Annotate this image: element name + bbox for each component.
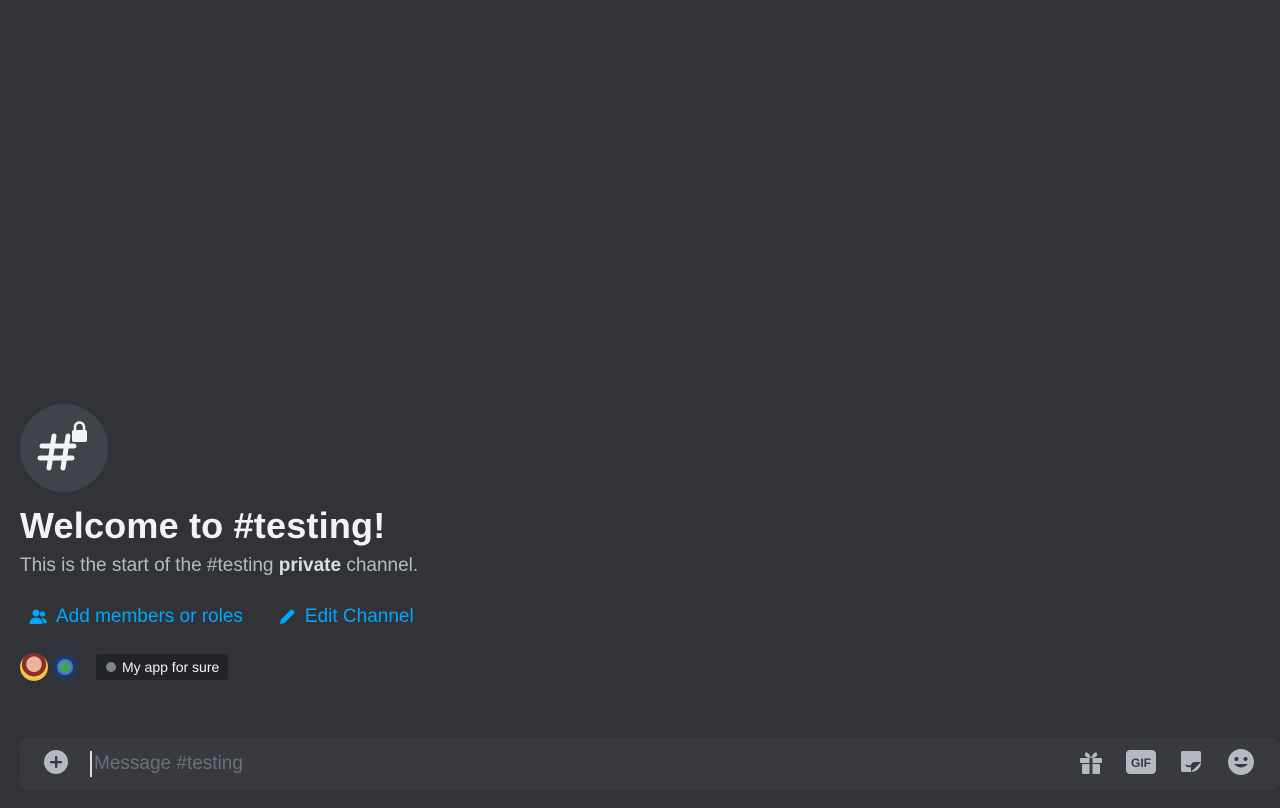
- status-dot-icon: [106, 662, 116, 672]
- message-composer: GIF: [20, 738, 1280, 790]
- welcome-description-prefix: This is the start of the #testing: [20, 555, 279, 576]
- emoji-icon: [1227, 748, 1255, 781]
- edit-channel-label: Edit Channel: [304, 606, 414, 627]
- welcome-title: Welcome to #testing!: [20, 505, 386, 546]
- sticker-icon: [1177, 748, 1205, 781]
- app-avatar[interactable]: [52, 654, 78, 680]
- private-channel-hash-lock-icon: [20, 404, 108, 492]
- channel-welcome: Welcome to #testing! This is the start o…: [20, 404, 920, 682]
- gift-icon: [1077, 748, 1105, 781]
- add-members-button[interactable]: Add members or roles: [20, 606, 243, 628]
- welcome-description: This is the start of the #testing privat…: [20, 554, 920, 578]
- user-add-icon: [28, 607, 48, 627]
- welcome-description-suffix: channel.: [341, 555, 419, 576]
- add-members-label: Add members or roles: [56, 606, 243, 627]
- welcome-actions: Add members or roles Edit Channel: [20, 606, 920, 628]
- channel-members-row: My app for sure: [20, 652, 920, 682]
- gif-icon: GIF: [1125, 749, 1157, 780]
- chat-view: Welcome to #testing! This is the start o…: [0, 0, 1280, 808]
- emoji-button[interactable]: [1226, 748, 1256, 781]
- pencil-icon: [277, 607, 297, 627]
- gift-button[interactable]: [1076, 749, 1106, 779]
- composer-tools: GIF: [1076, 748, 1256, 781]
- message-input-wrap: [90, 738, 1076, 790]
- gif-icon-label: GIF: [1131, 756, 1151, 770]
- welcome-description-bold: private: [278, 555, 342, 576]
- app-avatar-icon: [57, 659, 73, 675]
- sticker-button[interactable]: [1176, 749, 1206, 779]
- attach-button[interactable]: [42, 749, 70, 780]
- message-input[interactable]: [90, 751, 1076, 777]
- app-tag-label: My app for sure: [122, 659, 220, 675]
- member-avatar[interactable]: [20, 653, 48, 681]
- gif-button[interactable]: GIF: [1126, 749, 1156, 779]
- app-tag[interactable]: My app for sure: [96, 654, 229, 680]
- plus-circle-icon: [43, 749, 69, 780]
- edit-channel-button[interactable]: Edit Channel: [269, 606, 414, 628]
